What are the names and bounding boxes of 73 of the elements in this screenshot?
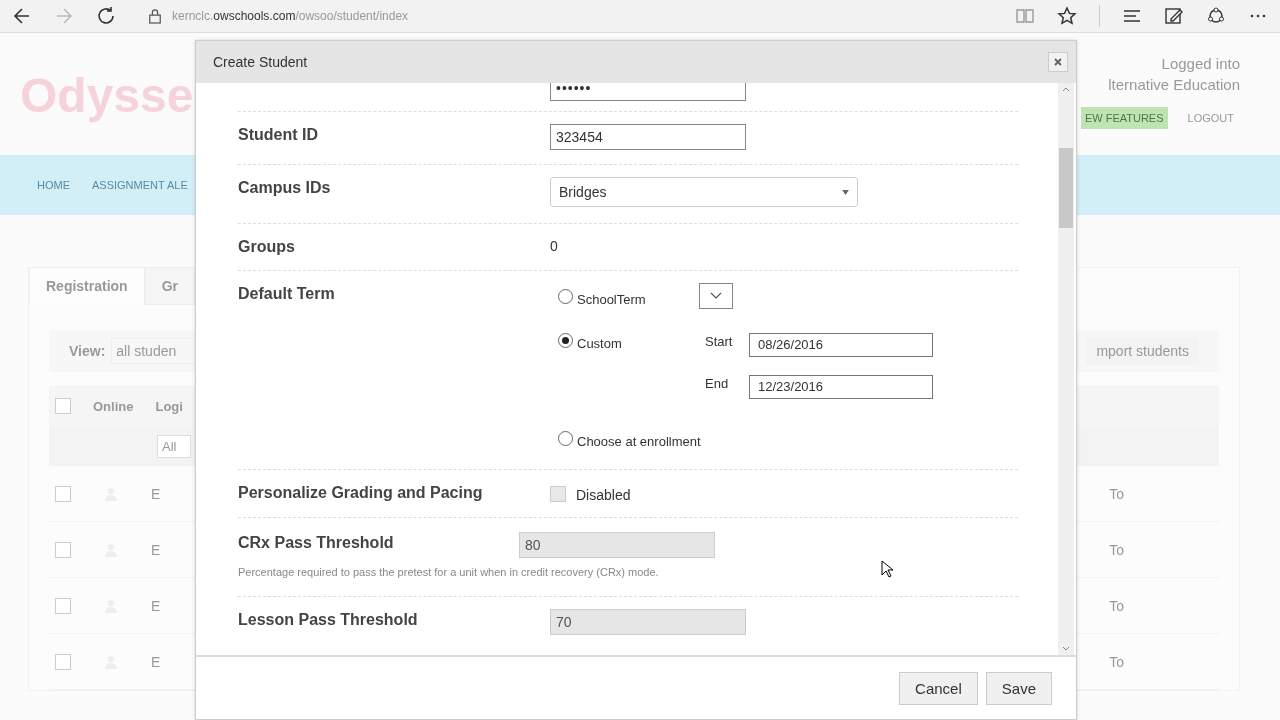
scroll-up-icon bbox=[1062, 87, 1070, 92]
view-label: View: bbox=[69, 343, 106, 359]
password-field[interactable]: •••••• bbox=[550, 83, 746, 101]
mouse-pointer-icon bbox=[881, 560, 893, 578]
reading-view-icon[interactable] bbox=[1015, 6, 1035, 26]
header-button[interactable]: LOGOUT bbox=[1181, 107, 1240, 129]
star-icon[interactable] bbox=[1057, 6, 1077, 26]
back-icon[interactable] bbox=[12, 6, 32, 26]
go-to-button[interactable]: To bbox=[1109, 597, 1124, 614]
threshold-field[interactable]: 70 bbox=[550, 609, 746, 635]
checkbox[interactable] bbox=[55, 597, 71, 614]
radio-label: Custom bbox=[577, 335, 623, 351]
radio-label: Choose at enrollment bbox=[577, 433, 701, 449]
field-label: Student ID bbox=[238, 125, 319, 144]
login-info: lternative Education bbox=[1108, 76, 1240, 93]
nav-link[interactable]: ASSIGNMENT ALE bbox=[92, 179, 188, 191]
field-label: Personalize Grading and Pacing bbox=[238, 483, 484, 502]
radio-button[interactable] bbox=[558, 333, 573, 348]
go-to-button[interactable]: To bbox=[1109, 653, 1124, 670]
start-date-field[interactable]: 08/26/2016 bbox=[749, 333, 933, 357]
caret-icon bbox=[842, 189, 849, 195]
scrollbar[interactable] bbox=[1058, 83, 1074, 655]
table-cell: E bbox=[151, 597, 161, 614]
student-id-field[interactable]: 323454 bbox=[550, 124, 746, 150]
go-to-button[interactable]: To bbox=[1109, 485, 1124, 502]
import-button[interactable]: mport students bbox=[1086, 337, 1199, 365]
scrollbar-thumb[interactable] bbox=[1059, 148, 1073, 228]
close-icon bbox=[1053, 57, 1063, 67]
scroll-down-icon bbox=[1062, 646, 1070, 651]
share-icon[interactable] bbox=[1206, 6, 1226, 26]
nav-link[interactable]: HOME bbox=[37, 179, 70, 191]
field-label: CRx Pass Threshold bbox=[238, 533, 395, 553]
pen-icon[interactable] bbox=[1164, 6, 1184, 26]
checkbox[interactable] bbox=[55, 541, 71, 558]
radio-button[interactable] bbox=[558, 289, 573, 304]
radio-label: SchoolTerm bbox=[577, 291, 647, 307]
dialog-title: Create Student bbox=[213, 54, 308, 70]
tab[interactable]: Gr bbox=[144, 267, 196, 305]
date-label: End bbox=[705, 375, 730, 391]
threshold-field[interactable]: 80 bbox=[519, 532, 715, 558]
checkbox[interactable] bbox=[550, 486, 566, 502]
checkbox[interactable] bbox=[55, 485, 71, 502]
checkbox-label: Disabled bbox=[576, 486, 631, 503]
chevron-down-icon bbox=[710, 292, 722, 300]
filter-field[interactable]: All bbox=[157, 434, 191, 458]
column-header: Logi bbox=[155, 398, 183, 414]
column-header: Online bbox=[93, 398, 134, 414]
field-label: Campus IDs bbox=[238, 178, 332, 197]
date-label: Start bbox=[705, 333, 734, 349]
close-button[interactable] bbox=[1048, 52, 1068, 72]
term-dropdown[interactable] bbox=[699, 283, 733, 309]
dialog-button[interactable]: Save bbox=[985, 671, 1052, 705]
campus-select[interactable]: Bridges bbox=[550, 177, 858, 207]
tab[interactable]: Registration bbox=[29, 267, 145, 305]
login-info: Logged into bbox=[1161, 55, 1240, 72]
go-to-button[interactable]: To bbox=[1109, 541, 1124, 558]
dialog-button[interactable]: Cancel bbox=[899, 671, 978, 705]
header-button[interactable]: EW FEATURES bbox=[1080, 107, 1168, 129]
table-cell: E bbox=[151, 485, 161, 502]
address-bar[interactable]: kernclc.owschools.com/owsoo/student/index bbox=[172, 9, 993, 23]
groups-value: 0 bbox=[550, 237, 558, 254]
field-label: Groups bbox=[238, 237, 296, 256]
refresh-icon[interactable] bbox=[96, 6, 116, 26]
table-cell: E bbox=[151, 653, 161, 670]
checkbox[interactable] bbox=[55, 653, 71, 670]
table-cell: E bbox=[151, 541, 161, 558]
checkbox[interactable] bbox=[55, 398, 71, 414]
radio-button[interactable] bbox=[558, 431, 573, 446]
field-label: Default Term bbox=[238, 284, 336, 303]
help-text: Percentage required to pass the pretest for a unit when in credit recovery (CRx) mode. bbox=[238, 566, 659, 578]
end-date-field[interactable]: 12/23/2016 bbox=[749, 375, 933, 399]
field-label: Lesson Pass Threshold bbox=[238, 610, 419, 629]
lock-icon bbox=[148, 8, 162, 24]
